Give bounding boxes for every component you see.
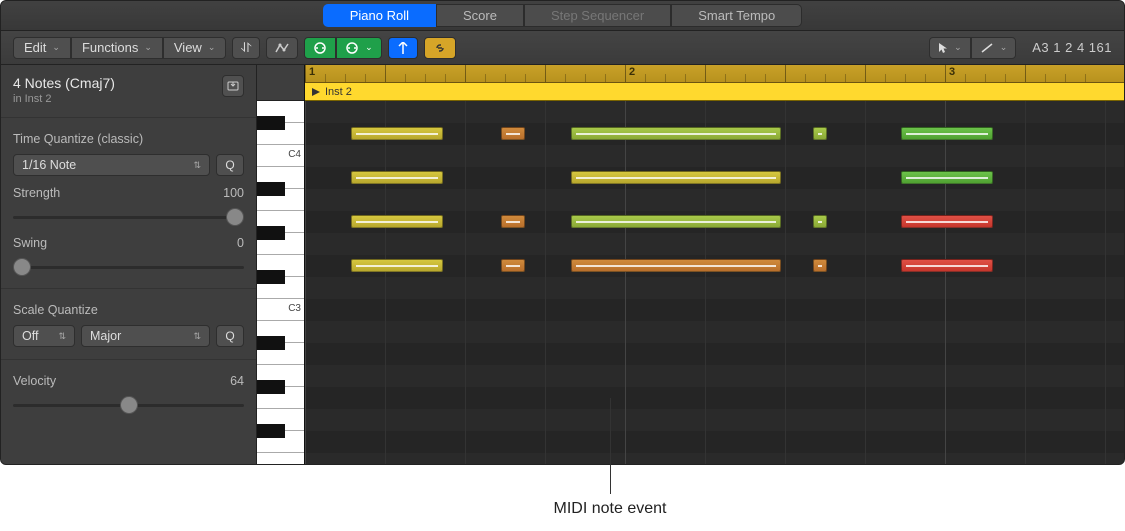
bar-ruler[interactable]: 1 2 3 bbox=[305, 65, 1124, 83]
swing-slider[interactable] bbox=[13, 258, 244, 276]
midi-note[interactable] bbox=[501, 215, 525, 228]
time-quantize-label: Time Quantize (classic) bbox=[13, 132, 143, 146]
time-quantize-select[interactable]: 1/16 Note⇅ bbox=[13, 154, 210, 176]
catch-content-button[interactable] bbox=[222, 75, 244, 97]
tab-score[interactable]: Score bbox=[436, 4, 524, 27]
collapse-icon: ⥯ bbox=[241, 40, 251, 56]
position-readout: A3 1 2 4 161 bbox=[1032, 40, 1112, 55]
midi-note[interactable] bbox=[351, 259, 443, 272]
link-icon bbox=[433, 42, 447, 54]
midi-in-button[interactable] bbox=[304, 37, 336, 59]
midi-note[interactable] bbox=[571, 259, 781, 272]
selection-title: 4 Notes (Cmaj7) bbox=[13, 75, 115, 91]
pointer-tool[interactable]: ⌄ bbox=[929, 37, 971, 59]
velocity-value: 64 bbox=[230, 374, 244, 388]
midi-note[interactable] bbox=[351, 171, 443, 184]
tab-smart-tempo[interactable]: Smart Tempo bbox=[671, 4, 802, 27]
strength-slider[interactable] bbox=[13, 208, 244, 226]
midi-in-icon bbox=[313, 42, 327, 54]
editor-tabs: Piano Roll Score Step Sequencer Smart Te… bbox=[323, 4, 803, 27]
strength-value: 100 bbox=[223, 186, 244, 200]
midi-note[interactable] bbox=[571, 215, 781, 228]
annotation: MIDI note event bbox=[510, 398, 710, 518]
region-header[interactable]: Inst 2 bbox=[305, 83, 1124, 101]
toolbar: Edit⌄ Functions⌄ View⌄ ⥯ ⌄ ⌄ ⌄ A3 1 2 4 … bbox=[1, 31, 1124, 65]
midi-note[interactable] bbox=[901, 259, 993, 272]
playhead-icon bbox=[397, 42, 409, 54]
collapse-button[interactable]: ⥯ bbox=[232, 37, 260, 59]
view-menu[interactable]: View⌄ bbox=[163, 37, 227, 59]
quantize-button[interactable]: Q bbox=[216, 154, 244, 176]
scale-quantize-button[interactable]: Q bbox=[216, 325, 244, 347]
titlebar: Piano Roll Score Step Sequencer Smart Te… bbox=[1, 1, 1124, 31]
midi-note[interactable] bbox=[571, 127, 781, 140]
note-grid[interactable] bbox=[305, 101, 1124, 464]
pencil-icon bbox=[980, 42, 994, 54]
tab-step-sequencer: Step Sequencer bbox=[524, 4, 671, 27]
inspector: 4 Notes (Cmaj7) in Inst 2 Time Quantize … bbox=[1, 65, 257, 464]
swing-label: Swing bbox=[13, 236, 47, 250]
midi-note[interactable] bbox=[813, 259, 827, 272]
midi-out-icon bbox=[345, 42, 359, 54]
midi-note[interactable] bbox=[571, 171, 781, 184]
midi-note[interactable] bbox=[351, 127, 443, 140]
link-button[interactable] bbox=[424, 37, 456, 59]
velocity-label: Velocity bbox=[13, 374, 56, 388]
scale-type-select[interactable]: Major⇅ bbox=[81, 325, 210, 347]
midi-note[interactable] bbox=[901, 215, 993, 228]
midi-note[interactable] bbox=[813, 127, 827, 140]
pointer-icon bbox=[938, 42, 948, 54]
swing-value: 0 bbox=[237, 236, 244, 250]
automation-icon bbox=[275, 42, 289, 54]
functions-menu[interactable]: Functions⌄ bbox=[71, 37, 163, 59]
automation-button[interactable] bbox=[266, 37, 298, 59]
piano-roll-window: Piano Roll Score Step Sequencer Smart Te… bbox=[0, 0, 1125, 465]
catch-playhead-button[interactable] bbox=[388, 37, 418, 59]
inbox-icon bbox=[227, 81, 239, 91]
play-icon bbox=[311, 87, 321, 97]
midi-out-button[interactable]: ⌄ bbox=[336, 37, 382, 59]
scale-quantize-label: Scale Quantize bbox=[13, 303, 98, 317]
tab-piano-roll[interactable]: Piano Roll bbox=[323, 4, 436, 27]
scale-root-select[interactable]: Off⇅ bbox=[13, 325, 75, 347]
midi-note[interactable] bbox=[351, 215, 443, 228]
selection-subtitle: in Inst 2 bbox=[13, 93, 115, 105]
midi-note[interactable] bbox=[501, 127, 525, 140]
region-name: Inst 2 bbox=[325, 86, 352, 98]
pencil-tool[interactable]: ⌄ bbox=[971, 37, 1017, 59]
piano-keys[interactable]: C4C3 bbox=[257, 65, 305, 464]
edit-menu[interactable]: Edit⌄ bbox=[13, 37, 71, 59]
midi-note[interactable] bbox=[901, 127, 993, 140]
strength-label: Strength bbox=[13, 186, 60, 200]
velocity-slider[interactable] bbox=[13, 396, 244, 414]
midi-note[interactable] bbox=[501, 259, 525, 272]
midi-note[interactable] bbox=[813, 215, 827, 228]
midi-note[interactable] bbox=[901, 171, 993, 184]
